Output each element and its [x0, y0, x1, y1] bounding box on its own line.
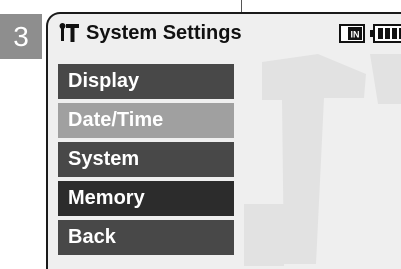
menu-item-memory[interactable]: Memory [58, 181, 234, 216]
menu-item-display[interactable]: Display [58, 64, 234, 99]
internal-memory-label: IN [351, 30, 360, 40]
step-number-badge: 3 [0, 14, 42, 59]
callout-leader-line [241, 0, 242, 12]
menu-item-date-time[interactable]: Date/Time [58, 103, 234, 138]
camera-lcd-screen: System Settings IN Display Date/Time Sys… [46, 12, 401, 269]
screen-header: System Settings IN [48, 14, 401, 54]
menu-item-back[interactable]: Back [58, 220, 234, 255]
battery-icon [370, 24, 401, 43]
settings-menu: Display Date/Time System Memory Back [58, 64, 234, 259]
internal-memory-icon: IN [339, 24, 365, 43]
page-title: System Settings [86, 22, 242, 44]
menu-item-label: Date/Time [68, 109, 164, 131]
menu-item-system[interactable]: System [58, 142, 234, 177]
menu-item-label: Display [68, 70, 140, 92]
menu-item-label: Memory [68, 187, 145, 209]
menu-item-label: Back [68, 226, 116, 248]
menu-item-label: System [68, 148, 140, 170]
settings-tools-icon [59, 23, 79, 42]
